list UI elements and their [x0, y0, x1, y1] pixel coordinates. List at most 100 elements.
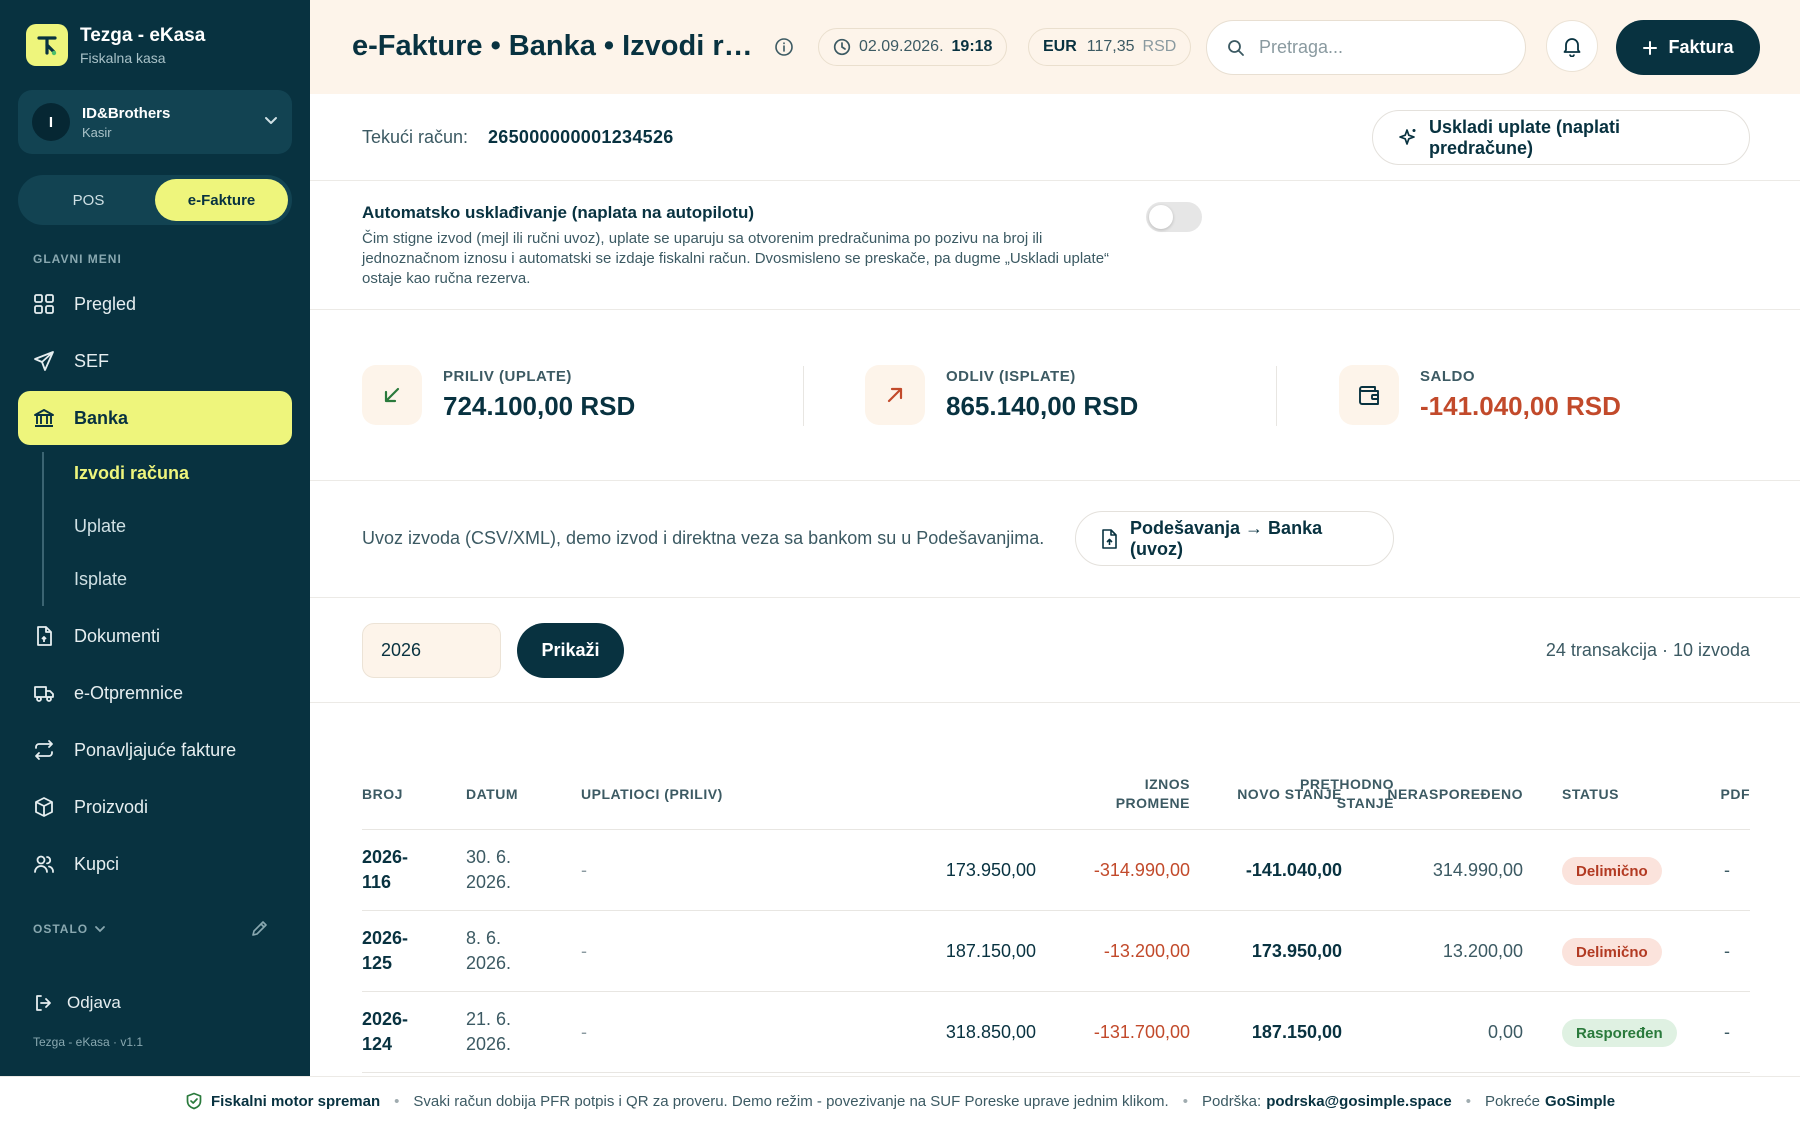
cell-pdf[interactable]: -	[1724, 858, 1730, 883]
column-header-pdf[interactable]: PDF	[1710, 785, 1750, 804]
box-icon	[32, 795, 56, 819]
plus-icon	[1642, 40, 1658, 56]
divider	[310, 597, 1800, 598]
cell-iznos: -13.200,00	[1103, 941, 1190, 961]
statements-table: BROJ DATUM UPLATIOCI (PRILIV) PRETHODNO …	[362, 760, 1750, 1073]
bell-icon	[1561, 35, 1583, 57]
powered-by-link[interactable]: GoSimple	[1545, 1093, 1615, 1110]
cell-datum: 21. 6. 2026.	[466, 1009, 512, 1054]
cell-datum: 8. 6. 2026.	[466, 928, 512, 973]
sidebar-item-ponavljajuce[interactable]: Ponavljajuće fakture	[18, 723, 292, 777]
toggle-knob	[1149, 205, 1173, 229]
subnav-item-uplate[interactable]: Uplate	[74, 516, 126, 537]
table-row[interactable]: 2026- 125 8. 6. 2026. - 187.150,00 -13.200…	[362, 911, 1750, 992]
section-toggle-ostalo[interactable]: OSTALO	[33, 922, 106, 936]
sidebar-item-sef[interactable]: SEF	[18, 334, 292, 388]
cell-neraspodeljeno: 0,00	[1487, 1022, 1523, 1042]
user-switcher[interactable]: I ID&Brothers Kasir	[18, 90, 292, 154]
notifications-button[interactable]	[1546, 20, 1598, 72]
truck-icon	[32, 681, 56, 705]
reconcile-label: Uskladi uplate (naplati predračune)	[1429, 116, 1621, 158]
sidebar-item-eotpremnice[interactable]: e-Otpremnice	[18, 666, 292, 720]
user-role: Kasir	[82, 124, 112, 140]
sidebar-item-banka[interactable]: Banka	[18, 391, 292, 445]
sidebar-item-label: Dokumenti	[74, 625, 161, 646]
transaction-summary: 24 transakcija · 10 izvoda	[1545, 640, 1750, 660]
column-header-status[interactable]: STATUS	[1562, 785, 1619, 804]
edit-pencil-icon[interactable]	[250, 920, 268, 943]
sidebar-item-kupci[interactable]: Kupci	[18, 837, 292, 891]
user-name: ID&Brothers	[82, 104, 171, 122]
exchange-rate-badge: EUR 117,35 RSD	[1028, 28, 1192, 66]
auto-reconcile-toggle[interactable]	[1146, 202, 1202, 232]
cell-uplatioci: -	[581, 941, 587, 961]
search-box	[1206, 20, 1526, 75]
subnav-item-izvodi[interactable]: Izvodi računa	[74, 463, 189, 484]
mode-pos-button[interactable]: POS	[22, 179, 155, 221]
cell-novo-stanje: -141.040,00	[1245, 860, 1342, 880]
cell-novo-stanje: 187.150,00	[1251, 1022, 1342, 1042]
stat-inflow-label: PRILIV (UPLATE)	[443, 368, 572, 385]
logout-button[interactable]: Odjava	[33, 993, 121, 1013]
footer-engine-status: Fiskalni motor spreman	[210, 1092, 381, 1110]
table-row[interactable]: 2026- 124 21. 6. 2026. - 318.850,00 -131.7…	[362, 992, 1750, 1073]
table-row[interactable]: 2026- 116 30. 6. 2026. - 173.950,00 -314.9…	[362, 830, 1750, 911]
cell-neraspodeljeno: 13.200,00	[1442, 941, 1523, 961]
cell-neraspodeljeno: 314.990,00	[1432, 860, 1523, 880]
cell-broj: 2026- 125	[362, 928, 409, 973]
import-info-text: Uvoz izvoda (CSV/XML), demo izvod i dire…	[362, 528, 1045, 548]
cell-pdf[interactable]: -	[1724, 939, 1730, 964]
show-button[interactable]: Prikaži	[517, 623, 624, 678]
subnav-item-isplate[interactable]: Isplate	[74, 569, 127, 590]
column-header-datum[interactable]: DATUM	[466, 785, 518, 804]
stat-separator	[803, 366, 804, 426]
info-icon[interactable]	[774, 37, 794, 62]
reconcile-payments-button[interactable]: Uskladi uplate (naplati predračune)	[1372, 110, 1750, 165]
support-email-link[interactable]: podrska@gosimple.space	[1266, 1093, 1452, 1110]
stat-inflow: PRILIV (UPLATE) 724.100,00 RSD	[362, 362, 635, 428]
divider	[310, 480, 1800, 481]
column-header-broj[interactable]: BROJ	[362, 785, 403, 804]
bank-import-settings-button[interactable]: Podešavanja → Banka (uvoz)	[1075, 511, 1394, 566]
stat-outflow-label: ODLIV (ISPLATE)	[946, 368, 1076, 385]
footer-support-label: Podrška:	[1202, 1092, 1262, 1110]
clock-icon	[833, 38, 851, 56]
account-number: 265000000001234526	[488, 127, 674, 147]
cell-novo-stanje: 173.950,00	[1251, 941, 1342, 961]
cell-pdf[interactable]: -	[1724, 1020, 1730, 1045]
bank-icon	[32, 406, 56, 430]
sidebar-item-pregled[interactable]: Pregled	[18, 277, 292, 331]
search-input[interactable]	[1259, 37, 1499, 58]
sidebar-item-dokumenti[interactable]: Dokumenti	[18, 609, 292, 663]
stat-outflow-value: 865.140,00 RSD	[946, 391, 1139, 421]
cell-uplatioci: -	[581, 860, 587, 880]
search-icon	[1227, 39, 1245, 57]
footer-message: Svaki račun dobija PFR potpis i QR za pr…	[413, 1092, 1169, 1110]
year-input[interactable]	[362, 623, 501, 678]
column-header-iznos[interactable]: IZNOS PROMENE	[1070, 775, 1190, 813]
status-badge: Delimično	[1562, 857, 1662, 885]
datetime-badge: 02.09.2026. 19:18	[818, 28, 1008, 66]
account-label: Tekući račun:	[362, 127, 469, 147]
status-footer: Fiskalni motor spreman • Svaki račun dob…	[0, 1076, 1800, 1125]
repeat-icon	[32, 738, 56, 762]
wallet-icon	[1339, 365, 1399, 425]
brand-logo-icon	[26, 24, 68, 66]
stat-separator	[1276, 366, 1277, 426]
column-header-neraspodeljeno[interactable]: NERASPOREĐENO	[1363, 785, 1523, 804]
stat-balance-label: SALDO	[1420, 368, 1475, 385]
mode-efakture-button[interactable]: e-Fakture	[155, 179, 288, 221]
cell-prethodno: 318.850,00	[945, 1022, 1036, 1042]
sidebar-item-label: Banka	[74, 407, 129, 428]
logout-icon	[33, 993, 53, 1013]
status-badge: Delimično	[1562, 938, 1662, 966]
sidebar-item-proizvodi[interactable]: Proizvodi	[18, 780, 292, 834]
file-upload-icon	[1100, 528, 1118, 549]
new-invoice-button[interactable]: Faktura	[1616, 20, 1760, 75]
footer-powered-label: Pokreće	[1485, 1092, 1541, 1110]
top-header: e-Fakture • Banka • Izvodi računa 02.09.…	[310, 0, 1800, 94]
auto-reconcile-description: Čim stigne izvod (mejl ili ručni uvoz), …	[362, 230, 1110, 287]
column-header-novo-stanje[interactable]: NOVO STANJE	[1202, 785, 1342, 804]
stat-inflow-value: 724.100,00 RSD	[443, 391, 636, 421]
column-header-uplatioci[interactable]: UPLATIOCI (PRILIV)	[581, 785, 723, 804]
